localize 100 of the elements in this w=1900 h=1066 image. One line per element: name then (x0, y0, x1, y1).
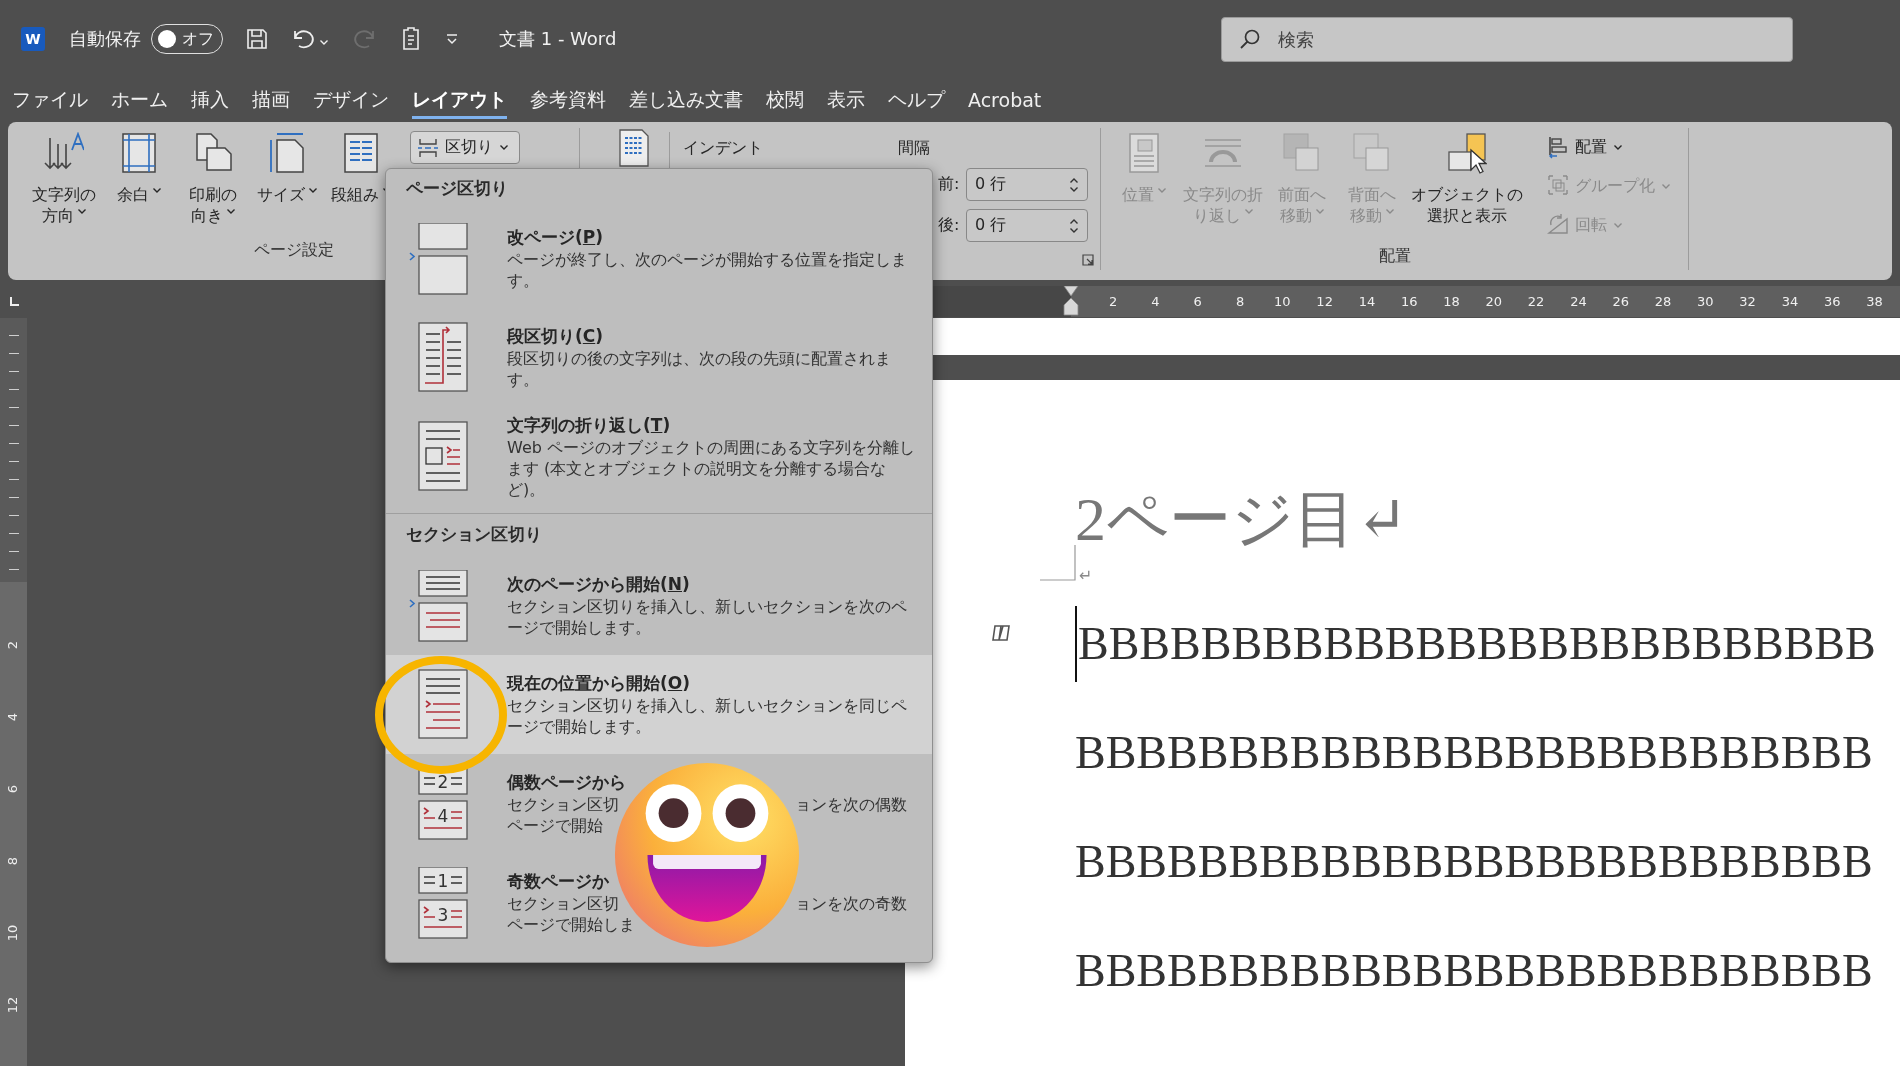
search-field[interactable]: 検索 (1221, 16, 1793, 62)
menu-tab[interactable]: 校閲 (766, 81, 804, 119)
ruler-number: 12 (1315, 294, 1334, 309)
ribbon-button[interactable]: 配置 (1543, 130, 1675, 164)
menu-tab[interactable]: デザイン (313, 81, 389, 119)
document-text-line: BBBBBBBBBBBBBBBBBBBBBBBBBB (1075, 726, 1873, 780)
caret-icon (76, 208, 87, 215)
menu-item[interactable]: 現在の位置から開始(O) セクション区切りを挿入し、新しいセクションを同じページで開始します。 (386, 655, 932, 754)
ribbon-button[interactable]: サイズ (254, 128, 320, 209)
document-text-line: BBBBBBBBBBBBBBBBBBBBBBBBBB (1075, 835, 1873, 889)
selection-pane-icon (1447, 132, 1487, 176)
ribbon-button[interactable]: オブジェクトの 選択と表示 (1409, 128, 1525, 230)
margins-icon (119, 132, 159, 176)
menu-tab[interactable]: 参考資料 (530, 81, 606, 119)
app-logo[interactable]: W (21, 27, 45, 51)
menu-tab[interactable]: ホーム (111, 81, 168, 119)
menu-item[interactable]: 改ページ(P) ページが終了し、次のページが開始する位置を指定します。 (386, 209, 932, 308)
spacing-field-label: 後: (938, 215, 960, 236)
spacing-label: 間隔 (898, 138, 931, 158)
ruler-number: 12 (4, 996, 22, 1014)
spin-up-icon[interactable] (1069, 217, 1079, 225)
group-label: ページ設定 (253, 240, 334, 259)
document-text-line: BBBBBBBBBBBBBBBBBBBBBBBBBB (1078, 617, 1876, 671)
spin-down-icon[interactable] (1069, 226, 1079, 234)
indent-marker-icon[interactable] (1063, 286, 1079, 317)
size-icon (267, 132, 307, 176)
ruler-number: 10 (1273, 294, 1292, 309)
breaks-dropdown[interactable]: 区切り (410, 131, 520, 164)
ruler-number: 18 (1442, 294, 1461, 309)
ruler-number: 20 (1484, 294, 1504, 309)
page-break-icon (409, 222, 471, 295)
hyphenation-icon[interactable] (616, 128, 652, 168)
spacing-field[interactable]: 0 行 (966, 209, 1088, 242)
search-icon (1239, 27, 1261, 50)
undo-icon[interactable] (291, 27, 317, 51)
rotate-icon (1547, 213, 1569, 237)
menu-item[interactable]: 段区切り(C) 段区切りの後の文字列は、次の段の先頭に配置されます。 (386, 308, 932, 407)
ribbon-button[interactable]: 余白 (106, 128, 172, 209)
caret-icon (307, 187, 318, 194)
menu-item[interactable]: 1 3 奇数ページか セクション区切 ョンを次の奇数 ページで開始しま (386, 853, 932, 952)
ribbon-button[interactable]: 印刷の 向き (180, 128, 246, 230)
group-label: 配置 (1378, 246, 1411, 265)
menu-item[interactable]: 2 4 偶数ページから セクション区切 ョンを次の偶数 ページで開始 (386, 754, 932, 853)
save-icon[interactable] (245, 27, 269, 51)
dialog-launcher-icon[interactable] (1082, 254, 1094, 266)
spacing-field-label: 前: (938, 174, 960, 195)
caret-icon (151, 187, 162, 194)
caret-icon (1661, 182, 1671, 190)
ruler-number: 6 (4, 784, 22, 794)
next-page-break-icon (409, 569, 471, 642)
menu-tab[interactable]: Acrobat (968, 83, 1042, 117)
spacing-field[interactable]: 0 行 (966, 168, 1088, 201)
document-title: 文書 1 - Word (499, 27, 617, 51)
menu-tab[interactable]: レイアウト (412, 81, 507, 119)
ruler-number: 32 (1738, 294, 1757, 309)
breaks-icon (417, 137, 439, 158)
columns-icon (341, 132, 381, 176)
ruler-number: 34 (1780, 294, 1800, 309)
ruler-number: 6 (1192, 294, 1203, 309)
ribbon-button[interactable]: 段組み (328, 128, 394, 209)
caret-icon (1384, 208, 1395, 215)
menu-tab[interactable]: 描画 (252, 81, 290, 119)
ruler-number: 22 (1526, 294, 1546, 309)
ruler-number: 4 (4, 712, 22, 722)
customize-toolbar-icon[interactable] (445, 32, 459, 46)
menu-tab[interactable]: ファイル (12, 81, 88, 119)
document-text-line: BBBBBBBBBBBBBBBBBBBBBBBBBB (1075, 944, 1873, 998)
group-icon (1547, 174, 1569, 198)
menu-item[interactable]: 次のページから開始(N) セクション区切りを挿入し、新しいセクションを次のページで開始します。 (386, 556, 932, 655)
document-heading: 2ページ目↵ (1075, 486, 1409, 552)
spin-up-icon[interactable] (1069, 176, 1079, 184)
caret-icon (319, 38, 329, 46)
ruler-number: 30 (1696, 294, 1715, 309)
ribbon-button[interactable]: 文字列の 方向 (30, 128, 98, 230)
menu-tab[interactable]: ヘルプ (888, 81, 945, 119)
caret-icon (1156, 187, 1167, 194)
ruler-number: 2 (1108, 294, 1119, 309)
ruler-number: 8 (4, 856, 22, 866)
ruler-number: 38 (1865, 294, 1884, 309)
menu-item[interactable]: 文字列の折り返し(T) Web ページのオブジェクトの周囲にある文字列を分離します (本文とオブジェクトの説明文を分離する場合など)。 (386, 407, 932, 506)
ruler-number: 24 (1569, 294, 1588, 309)
tab-stop-icon[interactable] (8, 296, 20, 308)
menu-section-title: ページ区切り (405, 178, 509, 200)
ruler-number: 14 (1357, 294, 1377, 309)
caret-icon (499, 144, 509, 151)
menu-tab[interactable]: 表示 (827, 81, 865, 119)
autosave-label: 自動保存 (69, 27, 141, 51)
caret-icon (1243, 208, 1254, 215)
ruler-number: 16 (1399, 294, 1419, 309)
align-icon (1547, 135, 1569, 159)
paragraph-mark: ↵ (1079, 565, 1094, 587)
indent-label: インデント (682, 138, 764, 159)
menu-tab[interactable]: 挿入 (191, 81, 229, 119)
ruler-number: 2 (4, 640, 22, 650)
ruler-number: 36 (1822, 294, 1842, 309)
ruler-number: 4 (1150, 294, 1161, 309)
spin-down-icon[interactable] (1069, 185, 1079, 193)
margin-corner-mark (1040, 545, 1076, 581)
ruler-number: 10 (4, 924, 22, 942)
menu-tab[interactable]: 差し込み文書 (629, 81, 743, 119)
